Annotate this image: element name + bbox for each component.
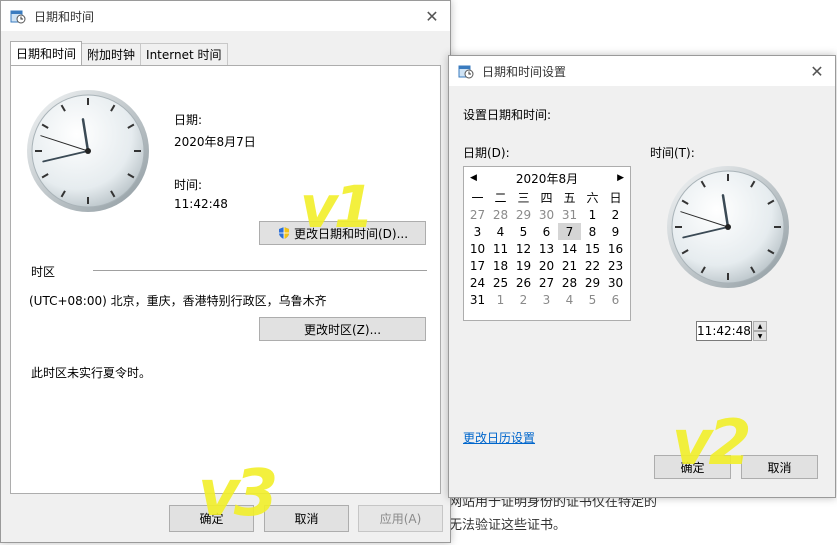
day-cell[interactable]: 26 (512, 274, 535, 291)
spin-down-icon[interactable]: ▼ (753, 331, 767, 341)
cancel-button[interactable]: 取消 (264, 505, 349, 532)
day-cell[interactable]: 29 (512, 206, 535, 223)
day-cell[interactable]: 10 (466, 240, 489, 257)
day-cell[interactable]: 28 (558, 274, 581, 291)
weekday-header: 一 (471, 191, 484, 205)
timezone-header: 时区 (31, 265, 56, 279)
tab-date-time[interactable]: 日期和时间 (10, 41, 83, 65)
day-cell[interactable]: 4 (489, 223, 512, 240)
date-label: 日期: (174, 113, 203, 127)
day-cell[interactable]: 2 (512, 291, 535, 308)
tab-additional-clocks[interactable]: 附加时钟 (81, 43, 142, 65)
day-cell[interactable]: 3 (535, 291, 558, 308)
weekday-header: 三 (517, 191, 530, 205)
day-cell[interactable]: 12 (512, 240, 535, 257)
next-month-icon[interactable]: ▶ (617, 173, 624, 183)
settings-analog-clock (667, 166, 789, 288)
day-cell[interactable]: 22 (581, 257, 604, 274)
day-cell[interactable]: 25 (489, 274, 512, 291)
calendar-weekdays: 一二三四五六日 (464, 189, 630, 206)
close-icon[interactable]: ✕ (805, 59, 829, 83)
day-cell[interactable]: 30 (604, 274, 627, 291)
clock-center (85, 148, 91, 154)
annotation-v3: v3 (198, 457, 278, 531)
day-cell[interactable]: 31 (466, 291, 489, 308)
dialog-title: 日期和时间 (34, 9, 95, 24)
weekday-header: 日 (609, 191, 622, 205)
day-cell[interactable]: 9 (604, 223, 627, 240)
time-value: 11:42:48 (174, 197, 228, 211)
change-timezone-button[interactable]: 更改时区(Z)... (259, 317, 426, 341)
background-text-line2: 无法验证这些证书。 (449, 518, 567, 533)
day-cell[interactable]: 4 (558, 291, 581, 308)
time-label: 时间: (174, 178, 203, 192)
apply-button[interactable]: 应用(A) (358, 505, 443, 532)
clock-center (725, 224, 731, 230)
day-cell[interactable]: 2 (604, 206, 627, 223)
day-cell[interactable]: 8 (581, 223, 604, 240)
tab-internet-time[interactable]: Internet 时间 (140, 43, 228, 65)
day-cell[interactable]: 6 (535, 223, 558, 240)
settings-cancel-button[interactable]: 取消 (741, 455, 818, 479)
calendar-days: 27 28 29 30 31 1 2 3 4 5 6 7 8 9 10 11 12 13 14 15 16 17 18 19 2… (464, 206, 630, 308)
day-cell[interactable]: 27 (535, 274, 558, 291)
day-cell[interactable]: 28 (489, 206, 512, 223)
day-cell[interactable]: 16 (604, 240, 627, 257)
day-cell[interactable]: 21 (558, 257, 581, 274)
weekday-header: 四 (540, 191, 553, 205)
calendar-header: ◀ 2020年8月 ▶ (464, 167, 630, 189)
timezone-value: (UTC+08:00) 北京，重庆，香港特别行政区，乌鲁木齐 (29, 294, 327, 308)
change-calendar-settings-link[interactable]: 更改日历设置 (463, 429, 535, 446)
uac-shield-icon (278, 227, 289, 239)
datetime-app-icon (458, 65, 474, 79)
selected-day-cell[interactable]: 7 (558, 223, 581, 240)
day-cell[interactable]: 18 (489, 257, 512, 274)
calendar-month[interactable]: 2020年8月 (516, 170, 578, 187)
day-cell[interactable]: 5 (512, 223, 535, 240)
datetime-app-icon (10, 10, 26, 24)
spin-up-icon[interactable]: ▲ (753, 321, 767, 331)
weekday-header: 五 (563, 191, 576, 205)
day-cell[interactable]: 3 (466, 223, 489, 240)
title-bar: 日期和时间 ✕ (1, 1, 450, 31)
settings-title: 日期和时间设置 (482, 64, 567, 79)
month-calendar[interactable]: ◀ 2020年8月 ▶ 一二三四五六日 27 28 29 30 31 1 2 3 4 5 6 7 8 9 1… (463, 166, 631, 321)
tab-strip: 日期和时间 附加时钟 Internet 时间 (10, 41, 228, 65)
day-cell[interactable]: 14 (558, 240, 581, 257)
timezone-divider (93, 270, 427, 271)
day-cell[interactable]: 20 (535, 257, 558, 274)
day-cell[interactable]: 6 (604, 291, 627, 308)
day-cell[interactable]: 17 (466, 257, 489, 274)
weekday-header: 二 (494, 191, 507, 205)
analog-clock (27, 90, 149, 212)
time-spinner: 11:42:48 ▲ ▼ (696, 321, 767, 341)
day-cell[interactable]: 27 (466, 206, 489, 223)
day-cell[interactable]: 1 (489, 291, 512, 308)
settings-time-label: 时间(T): (650, 146, 695, 160)
day-cell[interactable]: 29 (581, 274, 604, 291)
settings-date-label: 日期(D): (463, 146, 510, 160)
time-input[interactable]: 11:42:48 (696, 321, 752, 341)
date-value: 2020年8月7日 (174, 135, 256, 149)
dst-note: 此时区未实行夏令时。 (31, 366, 152, 380)
day-cell[interactable]: 11 (489, 240, 512, 257)
day-cell[interactable]: 23 (604, 257, 627, 274)
day-cell[interactable]: 30 (535, 206, 558, 223)
day-cell[interactable]: 24 (466, 274, 489, 291)
close-icon[interactable]: ✕ (420, 4, 444, 28)
day-cell[interactable]: 15 (581, 240, 604, 257)
annotation-v1: v1 (300, 173, 374, 241)
day-cell[interactable]: 1 (581, 206, 604, 223)
day-cell[interactable]: 31 (558, 206, 581, 223)
weekday-header: 六 (586, 191, 599, 205)
day-cell[interactable]: 19 (512, 257, 535, 274)
annotation-v2: v2 (672, 406, 752, 479)
tab-panel: 日期: 2020年8月7日 时间: 11:42:48 更改日期和时间(D)...… (10, 65, 441, 494)
prev-month-icon[interactable]: ◀ (470, 173, 477, 183)
day-cell[interactable]: 5 (581, 291, 604, 308)
settings-heading: 设置日期和时间: (463, 108, 552, 122)
day-cell[interactable]: 13 (535, 240, 558, 257)
settings-title-bar: 日期和时间设置 ✕ (449, 56, 835, 86)
